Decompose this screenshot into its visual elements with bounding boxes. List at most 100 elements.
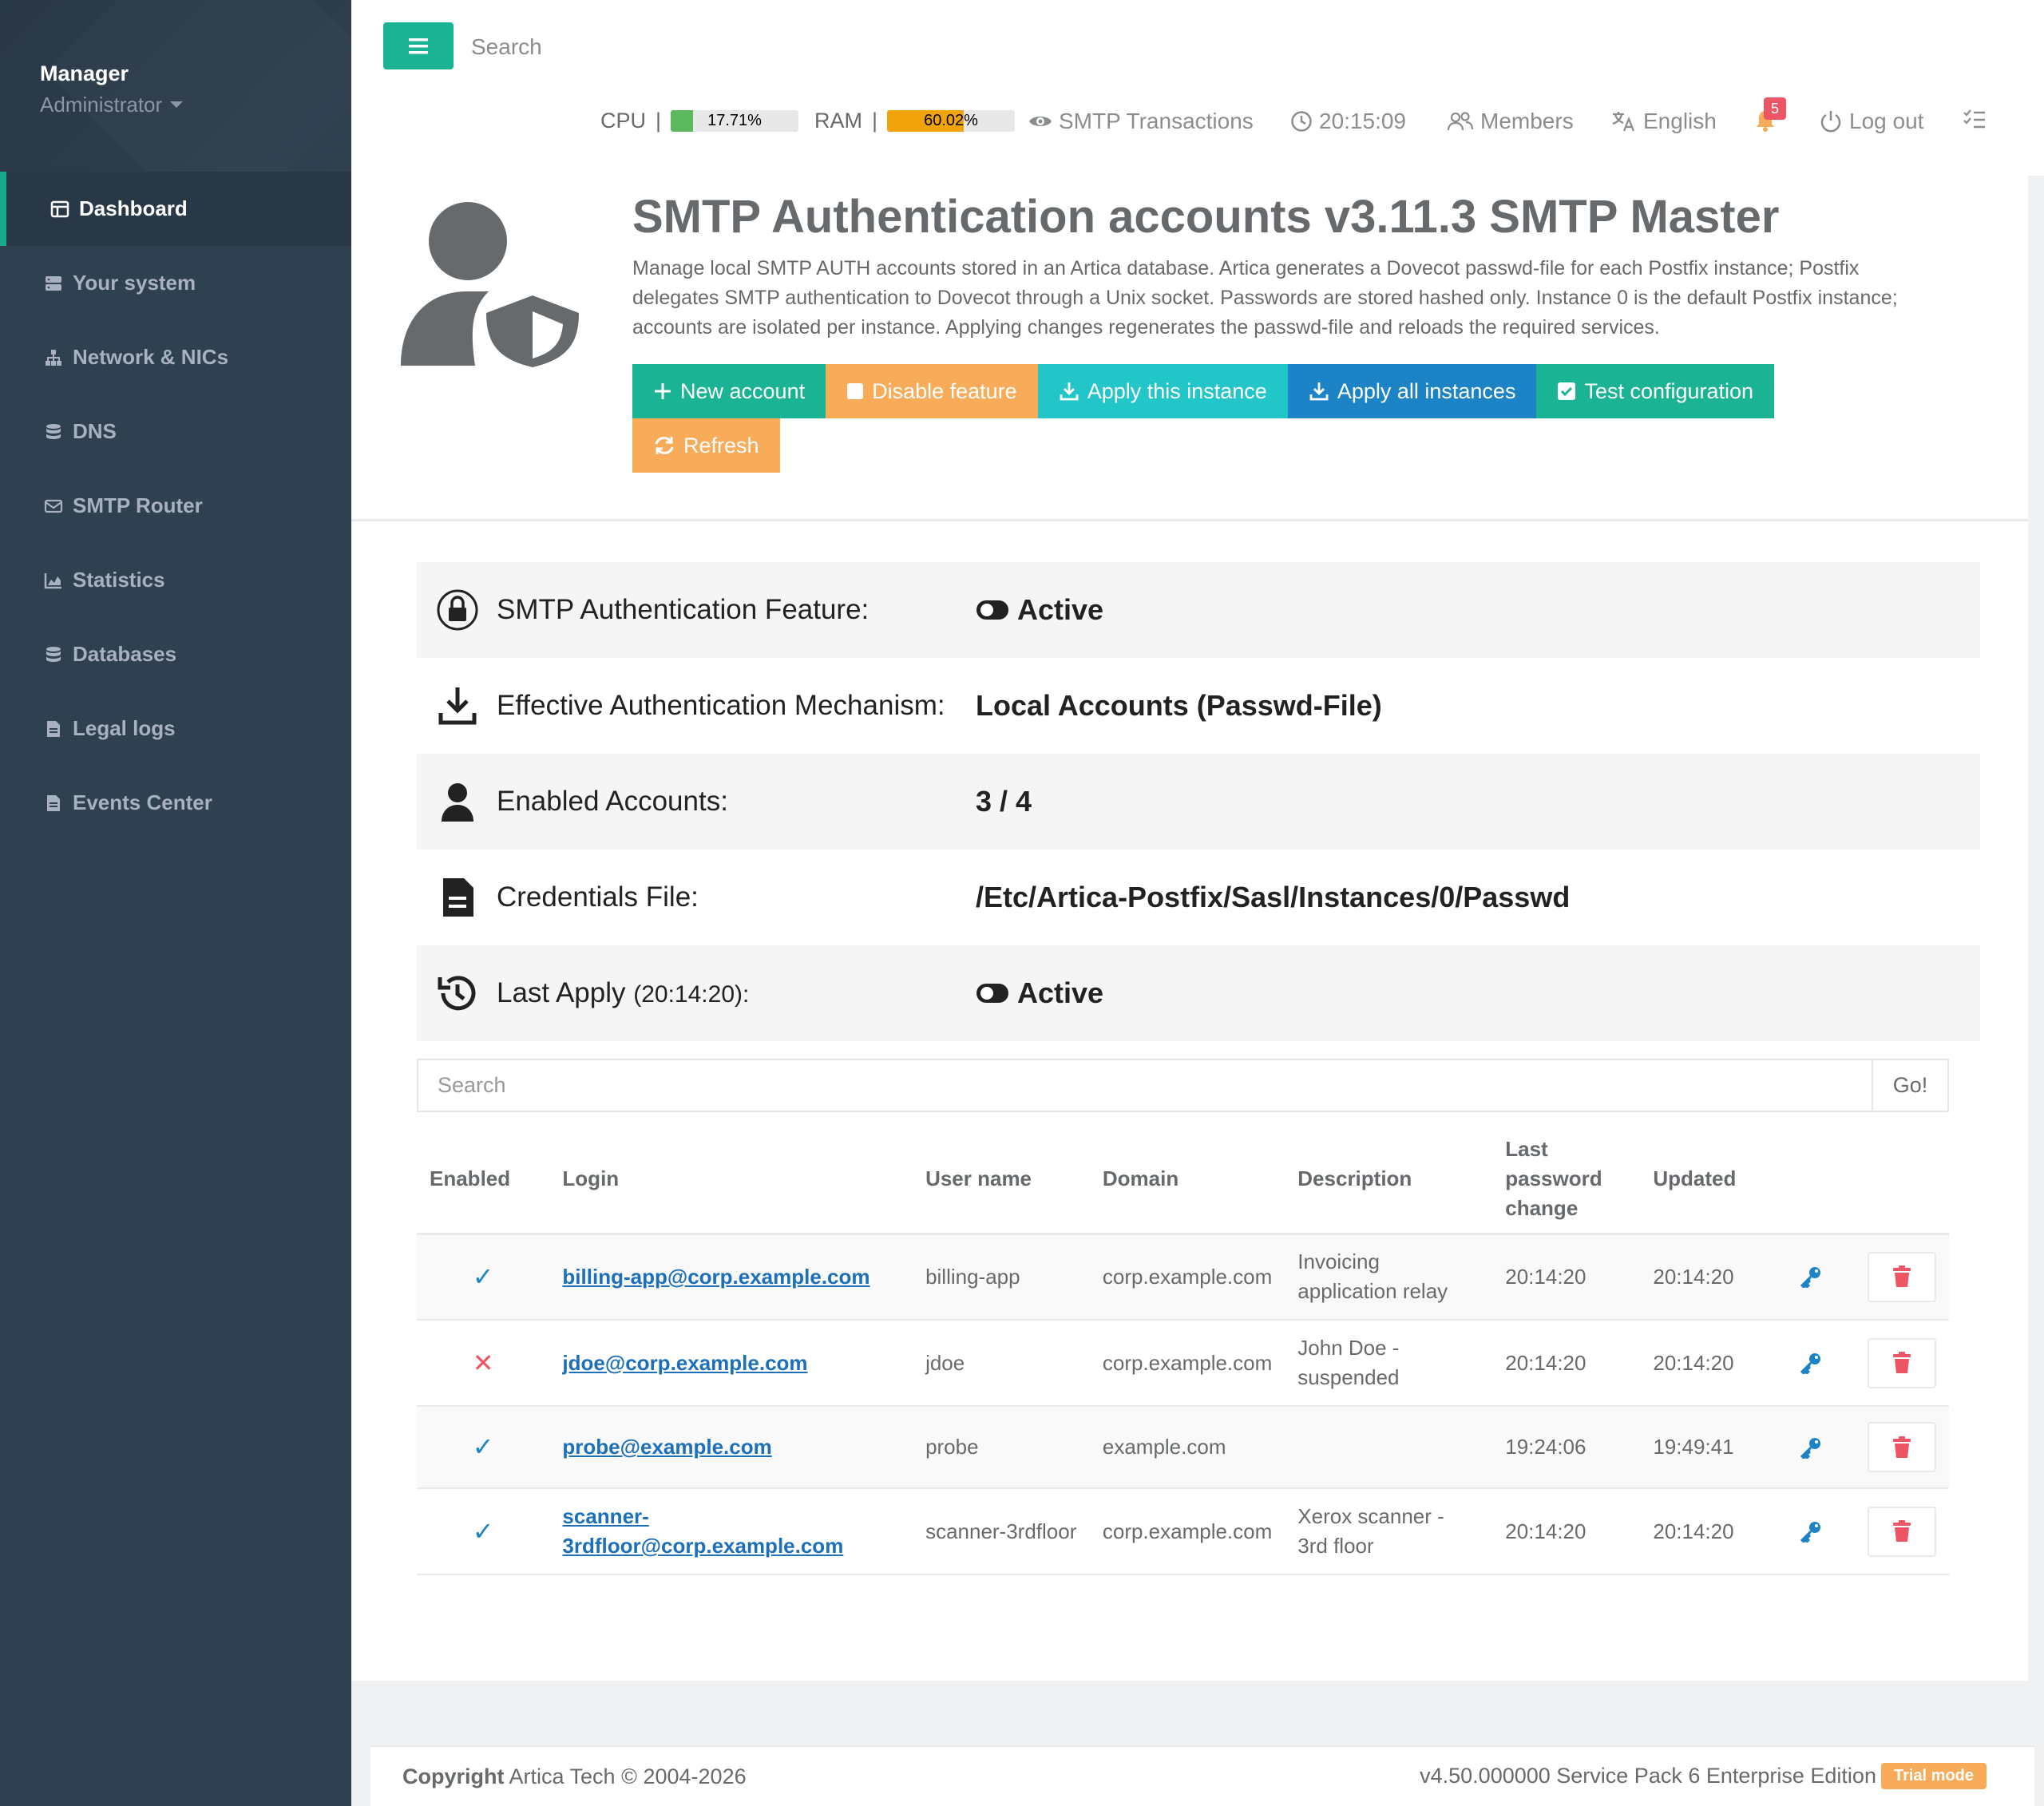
sidebar-item-your-system[interactable]: Your system [0,246,351,320]
disable-feature-button[interactable]: Disable feature [826,364,1038,418]
check-square-icon [1558,382,1576,400]
updated-cell: 19:49:41 [1640,1406,1788,1489]
delete-button[interactable] [1868,1337,1936,1388]
top-search-input[interactable] [471,24,870,70]
credentials-file-row: Credentials File: /Etc/Artica-Postfix/Sa… [417,850,1980,945]
language-link[interactable]: English [1611,109,1717,134]
button-label: Apply all instances [1337,378,1516,403]
sidebar-item-databases[interactable]: Databases [0,617,351,691]
delete-cell [1855,1234,1949,1321]
feature-label: SMTP Authentication Feature: [497,594,869,625]
accounts-table: Enabled Login User name Domain Descripti… [417,1126,1949,1575]
col-domain[interactable]: Domain [1089,1126,1285,1235]
login-link[interactable]: scanner-3rdfloor@corp.example.com [562,1504,843,1558]
apply-all-instances-button[interactable]: Apply all instances [1287,364,1537,418]
login-link[interactable]: probe@example.com [562,1435,771,1459]
description-cell [1285,1406,1493,1489]
plus-icon [655,383,671,399]
col-last-password-change[interactable]: Last password change [1492,1126,1641,1235]
caret-down-icon [170,101,184,108]
download-icon [1309,382,1329,401]
separator: | [872,109,878,133]
login-link[interactable]: billing-app@corp.example.com [562,1265,869,1289]
delete-button[interactable] [1868,1506,1936,1557]
top-navbar: CPU | 17.71% RAM | 60.02% SMTP Transacti… [351,0,2044,176]
power-icon [1820,111,1841,133]
main-content: SMTP Authentication accounts v3.11.3 SMT… [351,176,2028,1681]
test-configuration-button[interactable]: Test configuration [1536,364,1775,418]
go-button[interactable]: Go! [1872,1060,1947,1111]
copyright: Copyright Artica Tech © 2004-2026 [402,1764,747,1789]
refresh-button[interactable]: Refresh [632,418,780,473]
sidebar-item-dashboard[interactable]: Dashboard [0,172,351,246]
menu-toggle-button[interactable] [383,22,454,69]
sidebar-item-statistics[interactable]: Statistics [0,543,351,617]
col-login[interactable]: Login [549,1126,913,1235]
delete-button[interactable] [1868,1251,1936,1302]
logout-link[interactable]: Log out [1819,109,1923,134]
key-icon[interactable] [1800,1265,1822,1289]
trash-icon [1893,1436,1911,1458]
new-account-button[interactable]: New account [632,364,826,418]
cpu-value: 17.71% [707,112,762,129]
description-cell: Invoicing application relay [1285,1234,1493,1321]
description-cell: John Doe - suspended [1285,1320,1493,1407]
button-label: Disable feature [872,378,1017,403]
key-icon[interactable] [1800,1436,1822,1459]
col-enabled[interactable]: Enabled [417,1126,550,1235]
button-label: Apply this instance [1087,378,1267,403]
history-icon [438,976,476,1011]
sidebar-item-dns[interactable]: DNS [0,394,351,469]
credentials-file-value: /Etc/Artica-Postfix/Sasl/Instances/0/Pas… [976,881,1571,913]
divider [351,519,2028,521]
notifications-button[interactable]: 5 [1754,97,1786,133]
sidebar-item-legal-logs[interactable]: Legal logs [0,691,351,766]
lock-icon [437,589,478,631]
last-password-change-cell: 20:14:20 [1492,1488,1641,1575]
eye-icon [1029,117,1052,126]
sidebar-nav: Dashboard Your system Network & NICs DNS… [0,172,351,840]
toggle-on-icon [976,984,1008,1003]
trash-icon [1893,1265,1911,1288]
profile-role-dropdown[interactable]: Administrator [40,91,351,118]
version-info: v4.50.000000 Service Pack 6 Enterprise E… [1420,1763,1987,1789]
description-cell: Xerox scanner - 3rd floor [1285,1488,1493,1575]
members-link[interactable]: Members [1447,109,1574,134]
updated-cell: 20:14:20 [1640,1320,1788,1407]
dashboard-icon [50,200,69,217]
language-label: English [1643,109,1717,133]
key-icon[interactable] [1800,1520,1822,1543]
delete-button[interactable] [1868,1422,1936,1472]
table-search-input[interactable] [418,1060,1872,1111]
key-icon[interactable] [1800,1352,1822,1374]
profile-name: Manager [40,61,129,85]
sidebar-item-smtp-router[interactable]: SMTP Router [0,469,351,543]
toggle-on-icon [976,600,1008,620]
sidebar-item-network[interactable]: Network & NICs [0,320,351,394]
delete-cell [1855,1320,1949,1407]
ram-progress: 60.02% [887,110,1016,132]
table-row: ✓ billing-app@corp.example.com billing-a… [417,1234,1949,1321]
trash-icon [1893,1352,1911,1373]
download-icon [1060,382,1079,401]
file-icon [47,794,60,811]
network-icon [46,349,61,366]
apply-this-instance-button[interactable]: Apply this instance [1037,364,1288,418]
sidebar-item-label: Network & NICs [73,345,229,369]
col-description[interactable]: Description [1285,1126,1493,1235]
table-row: ✕ jdoe@corp.example.com jdoe corp.exampl… [417,1320,1949,1407]
trash-icon [1893,1520,1911,1542]
refresh-icon [655,437,674,454]
sidebar-item-events-center[interactable]: Events Center [0,766,351,840]
domain-cell: example.com [1089,1406,1285,1489]
smtp-transactions-link[interactable]: SMTP Transactions [1028,109,1254,134]
col-updated[interactable]: Updated [1640,1126,1788,1235]
login-link[interactable]: jdoe@corp.example.com [562,1351,807,1375]
sidebar: Manager Administrator Dashboard Your sys… [0,0,351,1806]
clock-link[interactable]: 20:15:09 [1290,109,1406,134]
change-password-cell [1787,1320,1855,1407]
tasks-menu-button[interactable] [1963,109,1987,129]
col-username[interactable]: User name [913,1126,1090,1235]
username-cell: scanner-3rdfloor [913,1488,1090,1575]
status-summary: SMTP Authentication Feature: Active Effe… [417,562,1980,1041]
